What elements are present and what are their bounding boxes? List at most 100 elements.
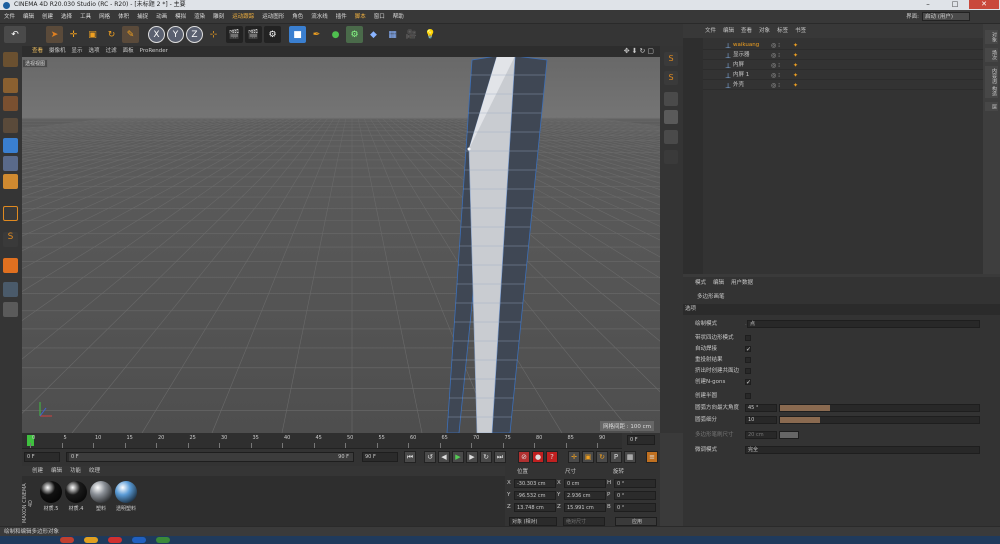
minimize-button[interactable]: –: [915, 0, 941, 9]
attribute-menu-item[interactable]: 用户数据: [731, 280, 753, 286]
object-row[interactable]: ⊥ 内屏 1 ◎ ⁝ ✦: [703, 70, 983, 80]
material-swatch[interactable]: [115, 481, 137, 503]
menu-item[interactable]: 雕刻: [209, 10, 228, 24]
right-tab[interactable]: 构造: [985, 84, 998, 98]
menu-item[interactable]: 动画: [152, 10, 171, 24]
checkbox[interactable]: ✓: [745, 346, 751, 353]
coordinate-system-icon[interactable]: ⊹: [205, 26, 222, 43]
key-param-icon[interactable]: P: [610, 451, 622, 463]
grid-icon[interactable]: [3, 302, 18, 317]
viewport-menu-item[interactable]: 显示: [72, 48, 83, 54]
viewport-menu-item[interactable]: ProRender: [140, 48, 168, 54]
s-tool-icon[interactable]: S: [664, 52, 678, 66]
right-tab[interactable]: 对象: [985, 30, 998, 44]
attribute-tab[interactable]: 选项: [683, 304, 1000, 315]
next-key-icon[interactable]: ↻: [480, 451, 492, 463]
menu-item[interactable]: 文件: [0, 10, 19, 24]
light-bulb-icon[interactable]: [664, 150, 678, 164]
object-menu-item[interactable]: 文件: [705, 28, 716, 34]
arc-angle-field[interactable]: 45 °: [745, 404, 777, 412]
menu-item[interactable]: 体积: [114, 10, 133, 24]
auto-key-icon[interactable]: ?: [546, 451, 558, 463]
material-swatch[interactable]: [65, 481, 87, 503]
checkbox[interactable]: ✓: [745, 379, 751, 386]
checkbox[interactable]: [745, 335, 751, 341]
menu-item[interactable]: 编辑: [19, 10, 38, 24]
key-scale-icon[interactable]: ▣: [582, 451, 594, 463]
key-pla-icon[interactable]: ▦: [624, 451, 636, 463]
coord-mode-select[interactable]: 对象 (相对): [509, 517, 557, 526]
menu-item[interactable]: 窗口: [370, 10, 389, 24]
prev-frame-icon[interactable]: ◀: [438, 451, 450, 463]
taskbar-app-icon[interactable]: [132, 537, 146, 543]
render-settings-icon[interactable]: ⚙: [264, 26, 281, 43]
goto-end-icon[interactable]: ⏭: [494, 451, 506, 463]
prev-key-icon[interactable]: ↺: [424, 451, 436, 463]
material-menu-item[interactable]: 编辑: [51, 468, 62, 474]
polygon-pen-icon[interactable]: ✎: [122, 26, 139, 43]
menu-item[interactable]: 流水线: [307, 10, 332, 24]
maximize-button[interactable]: □: [942, 0, 968, 9]
timeline-ruler[interactable]: 0 5 10 15 20 25 30 35 40 45 50 55 60 65 70 75 80 85 90: [22, 433, 622, 449]
attribute-menu-item[interactable]: 编辑: [713, 280, 724, 286]
right-tab[interactable]: 层: [985, 102, 998, 111]
scale-icon[interactable]: ▣: [84, 26, 101, 43]
select-icon[interactable]: ➤: [46, 26, 63, 43]
transform-icon[interactable]: [664, 130, 678, 144]
phong-tag-icon[interactable]: ✦: [793, 81, 798, 91]
object-menu-item[interactable]: 查看: [741, 28, 752, 34]
rotate-icon[interactable]: ↻: [103, 26, 120, 43]
viewport-menu-item[interactable]: 过滤: [106, 48, 117, 54]
poly-size-field[interactable]: 20 cm: [745, 431, 777, 439]
viewport-menu-item[interactable]: 选项: [89, 48, 100, 54]
checkbox[interactable]: [745, 368, 751, 374]
menu-item[interactable]: 角色: [288, 10, 307, 24]
menu-item[interactable]: 创建: [38, 10, 57, 24]
viewport-menu-item[interactable]: 查看: [32, 48, 43, 54]
make-editable-icon[interactable]: [3, 52, 18, 67]
right-tab[interactable]: 场次: [985, 48, 998, 62]
menu-item[interactable]: 模拟: [171, 10, 190, 24]
knife-icon[interactable]: [664, 110, 678, 124]
layout-selector[interactable]: 界面: 启动 (用户): [906, 12, 970, 21]
record-icon[interactable]: ●: [532, 451, 544, 463]
size-mode-select[interactable]: 绝对尺寸: [563, 517, 605, 526]
menu-item[interactable]: 插件: [332, 10, 351, 24]
object-menu-item[interactable]: 书签: [795, 28, 806, 34]
object-row[interactable]: ⊥ 内屏 ◎ ⁝ ✦: [703, 60, 983, 70]
menu-item[interactable]: 网格: [95, 10, 114, 24]
start-frame-field[interactable]: 0 F: [24, 452, 60, 462]
x-axis-button[interactable]: X: [148, 26, 165, 43]
visibility-flags-icon[interactable]: ◎ ⁝: [771, 81, 780, 91]
workplane-icon[interactable]: [3, 118, 18, 133]
viewport-menu-item[interactable]: 面板: [123, 48, 134, 54]
taskbar-app-icon[interactable]: [84, 537, 98, 543]
polygons-mode-icon[interactable]: [3, 174, 18, 189]
menu-item[interactable]: 帮助: [389, 10, 408, 24]
material-menu-item[interactable]: 功能: [70, 468, 81, 474]
attribute-menu-item[interactable]: 模式: [695, 280, 706, 286]
object-menu-item[interactable]: 编辑: [723, 28, 734, 34]
record-off-icon[interactable]: ⊘: [518, 451, 530, 463]
render-view-icon[interactable]: 🎬: [226, 26, 243, 43]
object-row[interactable]: ⊥ 外壳 ◎ ⁝ ✦: [703, 80, 983, 90]
material-swatch[interactable]: [40, 481, 62, 503]
move-icon[interactable]: ✛: [65, 26, 82, 43]
snap-icon[interactable]: [3, 258, 18, 273]
size-field[interactable]: 15.991 cm: [564, 503, 606, 512]
points-mode-icon[interactable]: [3, 138, 18, 153]
object-row[interactable]: ⊥ 显示器 ◎ ⁝ ✦: [703, 50, 983, 60]
render-picture-viewer-icon[interactable]: 🎬: [245, 26, 262, 43]
key-position-icon[interactable]: ✛: [568, 451, 580, 463]
arc-subdiv-slider[interactable]: [779, 416, 980, 424]
enable-axis-icon[interactable]: [3, 206, 18, 221]
taskbar-app-icon[interactable]: [60, 537, 74, 543]
timeline-menu-icon[interactable]: ≡: [646, 451, 658, 463]
goto-start-icon[interactable]: ⏮: [404, 451, 416, 463]
cube-icon[interactable]: ■: [289, 26, 306, 43]
menu-item[interactable]: 运动跟踪: [228, 10, 258, 24]
arc-subdiv-field[interactable]: 10: [745, 416, 777, 424]
menu-item[interactable]: 脚本: [351, 10, 370, 24]
light-icon[interactable]: 💡: [422, 26, 439, 43]
end-frame-field[interactable]: 90 F: [362, 452, 398, 462]
